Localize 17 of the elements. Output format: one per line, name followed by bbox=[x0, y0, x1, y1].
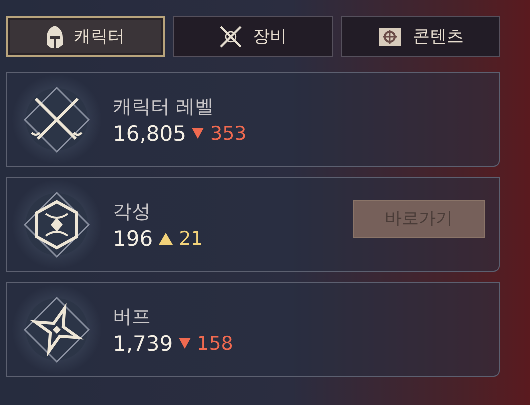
stat-change: 353 bbox=[210, 122, 247, 144]
stat-title: 캐릭터 레벨 bbox=[113, 94, 216, 120]
crossed-swords-icon bbox=[218, 24, 243, 48]
crossed-swords-icon bbox=[22, 84, 92, 154]
category-tab[interactable]: 캐릭터 bbox=[6, 16, 166, 57]
stat-change: 21 bbox=[179, 228, 204, 250]
hexagon-emblem-icon bbox=[22, 190, 92, 260]
four-point-star-icon bbox=[22, 294, 92, 364]
stat-change: 158 bbox=[197, 332, 234, 354]
stat-value: 1,739 bbox=[113, 332, 174, 356]
stat-title: 각성 bbox=[113, 200, 152, 224]
stat-value: 196 bbox=[113, 226, 154, 250]
stat-title: 버프 bbox=[113, 304, 152, 330]
stat-value: 16,805 bbox=[113, 122, 186, 146]
category-tab[interactable]: 장비 bbox=[173, 16, 333, 57]
category-tab[interactable]: 콘텐츠 bbox=[340, 16, 500, 57]
helmet-icon bbox=[46, 24, 64, 48]
